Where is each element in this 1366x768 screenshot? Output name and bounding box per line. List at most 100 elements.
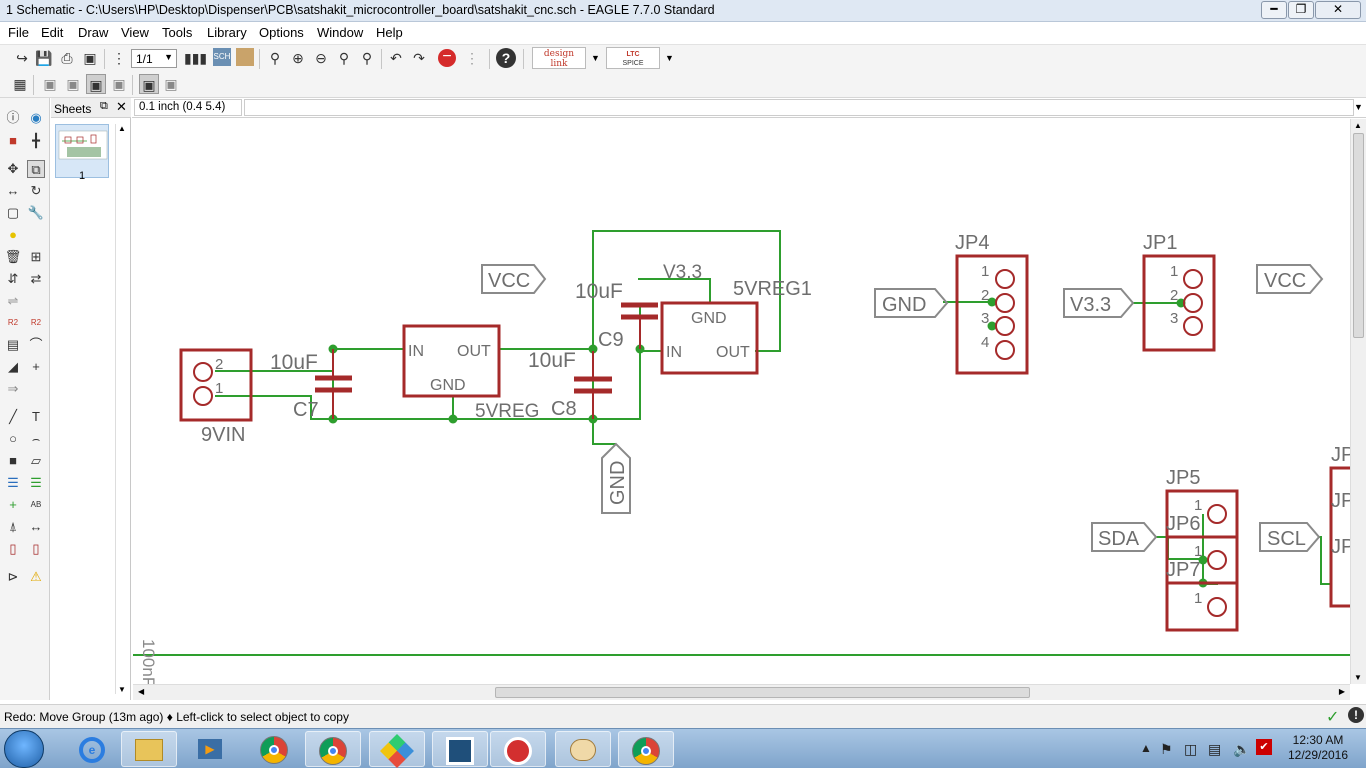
text-icon[interactable]: T xyxy=(27,408,45,426)
menu-file[interactable]: File xyxy=(8,25,29,40)
device-icon[interactable]: ◫ xyxy=(1184,741,1197,758)
menu-tools[interactable]: Tools xyxy=(162,25,192,40)
volume-icon[interactable]: 🔈 xyxy=(1233,741,1250,758)
circle-icon[interactable]: ○ xyxy=(4,430,22,448)
delete-icon[interactable]: 🗑 xyxy=(4,248,22,266)
restore-icon[interactable]: ⧉ xyxy=(100,100,108,113)
antivirus-icon[interactable]: ✔ xyxy=(1256,739,1272,755)
rect-icon[interactable]: ■ xyxy=(4,452,22,470)
scroll-up-icon[interactable]: ▲ xyxy=(118,124,126,133)
close-icon[interactable]: ✕ xyxy=(116,99,127,115)
zoom-out-icon[interactable]: ⊖ xyxy=(311,48,331,68)
undo-icon[interactable]: ↶ xyxy=(386,48,406,68)
menu-edit[interactable]: Edit xyxy=(41,25,63,40)
chevron-down-icon[interactable]: ▼ xyxy=(1354,102,1363,112)
label-gnd-left[interactable]: GND xyxy=(874,288,949,318)
replace-icon[interactable]: ⇌ xyxy=(4,292,22,310)
label-sda[interactable]: SDA xyxy=(1091,522,1158,552)
app-launcher-icon[interactable] xyxy=(369,731,425,768)
scroll-down-icon[interactable]: ▼ xyxy=(1354,673,1362,682)
horizontal-scroll-thumb[interactable] xyxy=(495,687,1030,698)
schematic-canvas[interactable]: 2 1 9VIN 10uF C7 IN OUT GND 5VREG 10uF C… xyxy=(133,119,1350,684)
help-icon[interactable]: ? xyxy=(496,48,516,68)
polygon-icon[interactable]: ▱ xyxy=(27,452,45,470)
start-button[interactable] xyxy=(4,730,44,768)
display-icon[interactable]: ■ xyxy=(4,132,22,150)
mark-icon[interactable]: ╋ xyxy=(27,132,45,150)
menu-help[interactable]: Help xyxy=(376,25,403,40)
add-icon[interactable]: ⊞ xyxy=(27,248,45,266)
chevron-down-icon[interactable]: ▼ xyxy=(591,53,600,63)
paint-icon[interactable] xyxy=(555,731,611,767)
erc-icon[interactable]: ⊳ xyxy=(4,568,22,586)
invoke-icon[interactable]: + xyxy=(27,358,45,376)
menu-window[interactable]: Window xyxy=(317,25,363,40)
regulator-5vreg[interactable]: IN OUT GND 5VREG xyxy=(402,324,539,422)
layout-6-icon[interactable]: ▣ xyxy=(161,74,181,94)
split-icon[interactable]: ◢ xyxy=(4,358,22,376)
app-box-icon[interactable] xyxy=(432,731,488,767)
internet-explorer-icon[interactable]: e xyxy=(64,731,120,767)
info-icon[interactable]: ⓘ xyxy=(4,109,22,127)
group-icon[interactable]: ▢ xyxy=(4,204,22,222)
arc-icon[interactable]: ⌢ xyxy=(27,430,45,448)
chrome-icon[interactable] xyxy=(305,731,361,767)
open-icon[interactable]: ↪ xyxy=(12,48,32,68)
chrome-icon[interactable] xyxy=(246,731,302,767)
zoom-fit-icon[interactable]: ⚲ xyxy=(265,48,285,68)
zoom-select-icon[interactable]: ⚲ xyxy=(357,48,377,68)
layout-1-icon[interactable]: ▣ xyxy=(40,74,60,94)
menu-library[interactable]: Library xyxy=(207,25,247,40)
module-icon[interactable]: ▯ xyxy=(27,540,45,558)
layout-4-icon[interactable]: ▣ xyxy=(109,74,129,94)
layout-3-icon[interactable]: ▣ xyxy=(86,74,106,94)
sheets-scrollbar[interactable]: ▲ ▼ xyxy=(115,124,127,694)
print-icon[interactable]: ⎙ xyxy=(57,48,77,68)
label-icon[interactable]: AB xyxy=(27,496,45,514)
wire-icon[interactable]: ╱ xyxy=(4,408,22,426)
label-scl[interactable]: SCL xyxy=(1259,522,1321,552)
redo-icon[interactable]: ↷ xyxy=(409,48,429,68)
app-red-icon[interactable] xyxy=(490,731,546,767)
zoom-in-icon[interactable]: ⊕ xyxy=(288,48,308,68)
ltspice-button[interactable]: LTC SPICE xyxy=(606,47,660,69)
label-v33-right[interactable]: V3.3 xyxy=(1063,288,1135,318)
redraw-icon[interactable]: ⚲ xyxy=(334,48,354,68)
save-icon[interactable]: 💾 xyxy=(34,48,54,68)
grid-icon[interactable]: ▦ xyxy=(10,74,30,94)
regulator-5vreg1[interactable]: GND IN OUT 5VREG1 xyxy=(660,278,812,375)
change-icon[interactable]: 🔧 xyxy=(27,204,45,222)
connector-jp7[interactable]: 1 JP7 xyxy=(1165,559,1239,632)
stop-icon[interactable]: − xyxy=(438,49,456,67)
sheet-select[interactable]: 1/1 ▼ xyxy=(131,49,177,68)
name-icon[interactable]: R2 xyxy=(4,314,22,332)
file-explorer-icon[interactable] xyxy=(121,731,177,767)
menu-draw[interactable]: Draw xyxy=(78,25,108,40)
command-input[interactable] xyxy=(244,99,1354,116)
attribute-icon[interactable]: ⍋ xyxy=(4,518,22,536)
pinswap-icon[interactable]: ⇵ xyxy=(4,270,22,288)
gateswap-icon[interactable]: ⇄ xyxy=(27,270,45,288)
bus-icon[interactable]: ☰ xyxy=(4,474,22,492)
menu-view[interactable]: View xyxy=(121,25,149,40)
scroll-up-icon[interactable]: ▲ xyxy=(1354,121,1362,130)
chevron-down-icon[interactable]: ▼ xyxy=(665,53,674,63)
show-hidden-icons[interactable]: ▲ xyxy=(1140,741,1152,755)
cam-icon[interactable]: ▣ xyxy=(80,48,100,68)
switch-board-icon[interactable]: ▮▮▮ xyxy=(184,48,207,68)
show-icon[interactable]: ◉ xyxy=(27,109,45,127)
minimize-button[interactable]: ━ xyxy=(1261,1,1287,19)
chrome-icon[interactable] xyxy=(618,731,674,767)
board-icon[interactable] xyxy=(236,48,254,66)
scroll-down-icon[interactable]: ▼ xyxy=(118,685,126,694)
mirror-icon[interactable]: ↔ xyxy=(4,182,22,200)
menu-options[interactable]: Options xyxy=(259,25,304,40)
layout-2-icon[interactable]: ▣ xyxy=(63,74,83,94)
maximize-button[interactable]: ❐ xyxy=(1288,1,1314,19)
stop-status-icon[interactable]: ! xyxy=(1348,707,1364,723)
connector-partial-right[interactable]: JP JP JP xyxy=(1329,444,1350,608)
move-icon[interactable]: ✥ xyxy=(4,160,22,178)
smash-icon[interactable]: ▤ xyxy=(4,336,22,354)
horizontal-scrollbar[interactable]: ◀ ▶ xyxy=(133,684,1350,700)
vertical-scrollbar[interactable]: ▲ ▼ xyxy=(1350,119,1366,684)
